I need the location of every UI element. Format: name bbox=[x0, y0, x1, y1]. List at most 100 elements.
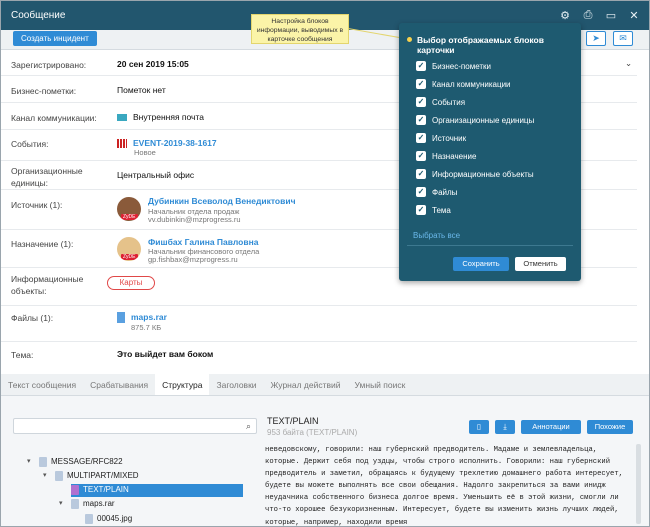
checkbox-events[interactable]: ✓ События bbox=[416, 96, 465, 108]
select-all-link[interactable]: Выбрать все bbox=[413, 231, 460, 240]
checkbox-destination[interactable]: ✓ Назначение bbox=[416, 150, 476, 162]
checkbox-checked-icon[interactable]: ✓ bbox=[416, 151, 426, 161]
window-title: Сообщение bbox=[11, 10, 66, 21]
tab-smart-search[interactable]: Умный поиск bbox=[348, 374, 413, 395]
chevron-down-icon[interactable]: ⌄ bbox=[625, 58, 632, 69]
destination-email: gp.fishbax@mzprogress.ru bbox=[148, 255, 238, 264]
gear-icon[interactable]: ⚙ bbox=[558, 8, 572, 22]
mail-action-icon[interactable]: ✉ bbox=[613, 31, 633, 46]
avatar-badge: ZyDE bbox=[121, 254, 138, 260]
avatar-badge: ZyDE bbox=[121, 214, 138, 220]
copy-icon[interactable]: ▯ bbox=[469, 420, 489, 434]
tab-structure[interactable]: Структура bbox=[155, 374, 210, 395]
content-subtitle: 953 байта (TEXT/PLAIN) bbox=[267, 428, 358, 437]
tree-node-label: MULTIPART/MIXED bbox=[67, 471, 139, 480]
create-incident-button[interactable]: Создать инцидент bbox=[13, 31, 97, 46]
maximize-icon[interactable]: ▭ bbox=[604, 8, 618, 22]
file-icon bbox=[71, 485, 79, 495]
block-selection-panel: Выбор отображаемых блоков карточки ✓ Бизн… bbox=[399, 23, 581, 281]
checkbox-label: Файлы bbox=[432, 187, 458, 197]
titlebar-icons: ⚙ ⎙ ▭ ✕ bbox=[558, 8, 641, 22]
destination-name-link[interactable]: Фишбах Галина Павловна bbox=[148, 237, 258, 247]
field-label: Канал коммуникации: bbox=[11, 113, 97, 123]
close-icon[interactable]: ✕ bbox=[627, 8, 641, 22]
checkbox-label: Бизнес-пометки bbox=[432, 61, 492, 71]
tree-node[interactable]: ▾ maps.rar bbox=[59, 498, 115, 510]
annotations-button[interactable]: Аннотации bbox=[521, 420, 581, 434]
checkbox-org-units[interactable]: ✓ Организационные единицы bbox=[416, 114, 534, 126]
checkbox-label: Источник bbox=[432, 133, 467, 143]
checkbox-files[interactable]: ✓ Файлы bbox=[416, 186, 457, 198]
source-email: vv.dubinkin@mzprogress.ru bbox=[148, 215, 241, 224]
chevron-down-icon[interactable]: ▾ bbox=[27, 456, 35, 468]
avatar: ZyDE bbox=[117, 197, 141, 221]
field-label: События: bbox=[11, 139, 49, 149]
avatar: ZyDE bbox=[117, 237, 141, 261]
checkbox-checked-icon[interactable]: ✓ bbox=[416, 97, 426, 107]
checkbox-business-marks[interactable]: ✓ Бизнес-пометки bbox=[416, 60, 491, 72]
tab-message-text[interactable]: Текст сообщения bbox=[1, 374, 83, 395]
file-icon bbox=[85, 514, 93, 524]
source-name-link[interactable]: Дубинкин Всеволод Венедиктович bbox=[148, 196, 296, 206]
tab-action-log[interactable]: Журнал действий bbox=[264, 374, 348, 395]
checkbox-checked-icon[interactable]: ✓ bbox=[416, 133, 426, 143]
chevron-down-icon[interactable]: ▾ bbox=[43, 470, 51, 482]
checkbox-checked-icon[interactable]: ✓ bbox=[416, 79, 426, 89]
checkbox-label: Организационные единицы bbox=[432, 115, 535, 125]
search-input[interactable]: ⌕ bbox=[13, 418, 257, 434]
tree-node[interactable]: 00045.jpg bbox=[85, 513, 132, 525]
file-link[interactable]: maps.rar bbox=[131, 312, 167, 322]
tree-node-label: maps.rar bbox=[83, 499, 115, 508]
divider bbox=[1, 305, 637, 306]
pointer-dot-icon bbox=[407, 37, 412, 42]
search-icon: ⌕ bbox=[245, 421, 251, 431]
file-icon bbox=[117, 312, 125, 323]
event-link[interactable]: EVENT-2019-38-1617 bbox=[133, 138, 217, 148]
event-status: Новое bbox=[134, 148, 156, 157]
file-size: 875.7 КБ bbox=[131, 323, 162, 332]
file-icon bbox=[71, 499, 79, 509]
checkbox-checked-icon[interactable]: ✓ bbox=[416, 187, 426, 197]
registered-value: 20 сен 2019 15:05 bbox=[117, 59, 189, 69]
tree-panel: ⌕ ▾ MESSAGE/RFC822 ▾ MULTIPART/MIXED TEXT/… bbox=[1, 396, 259, 526]
divider bbox=[407, 245, 573, 246]
tab-headers[interactable]: Заголовки bbox=[209, 374, 263, 395]
checkbox-subject[interactable]: ✓ Тема bbox=[416, 204, 451, 216]
tree-node[interactable]: ▾ MESSAGE/RFC822 bbox=[27, 456, 123, 468]
save-button[interactable]: Сохранить bbox=[453, 257, 509, 271]
checkbox-checked-icon[interactable]: ✓ bbox=[416, 61, 426, 71]
print-icon[interactable]: ⎙ bbox=[581, 8, 595, 22]
chevron-down-icon[interactable]: ▾ bbox=[59, 498, 67, 510]
checkbox-source[interactable]: ✓ Источник bbox=[416, 132, 466, 144]
checkbox-label: Информационные объекты bbox=[432, 169, 534, 179]
mail-icon bbox=[117, 114, 127, 122]
download-icon[interactable]: ⤓ bbox=[495, 420, 515, 434]
tree-node-selected[interactable]: TEXT/PLAIN bbox=[71, 484, 129, 496]
scrollbar[interactable] bbox=[636, 444, 641, 524]
maps-button[interactable]: Карты bbox=[107, 276, 155, 290]
checkbox-label: Назначение bbox=[432, 151, 477, 161]
send-icon[interactable]: ➤ bbox=[586, 31, 606, 46]
hint-tooltip: Настройка блоков информации, выводимых в… bbox=[251, 14, 349, 44]
checkbox-checked-icon[interactable]: ✓ bbox=[416, 169, 426, 179]
tree-node-label: TEXT/PLAIN bbox=[83, 485, 129, 494]
cancel-button[interactable]: Отменить bbox=[515, 257, 566, 271]
divider bbox=[1, 341, 637, 342]
checkbox-label: Тема bbox=[432, 205, 451, 215]
checkbox-checked-icon[interactable]: ✓ bbox=[416, 115, 426, 125]
checkbox-checked-icon[interactable]: ✓ bbox=[416, 205, 426, 215]
field-label: Информационные объекты: bbox=[11, 274, 84, 296]
tree-node-label: MESSAGE/RFC822 bbox=[51, 457, 123, 466]
similar-button[interactable]: Похожие bbox=[587, 420, 633, 434]
field-label: Организационные единицы: bbox=[11, 166, 83, 188]
field-label: Зарегистрировано: bbox=[11, 60, 87, 70]
field-label: Назначение (1): bbox=[11, 239, 74, 249]
checkbox-channel[interactable]: ✓ Канал коммуникации bbox=[416, 78, 511, 90]
body-line: которые. Держит себя под уздцы, чтобы ст… bbox=[265, 458, 611, 467]
tab-triggers[interactable]: Срабатывания bbox=[83, 374, 155, 395]
body-line: которые, например, находили время bbox=[265, 518, 408, 527]
tab-bar: Текст сообщения Срабатывания Структура З… bbox=[1, 374, 649, 396]
body-line: предводитель и заметил, обращаясь к буду… bbox=[265, 470, 623, 479]
checkbox-info-objects[interactable]: ✓ Информационные объекты bbox=[416, 168, 534, 180]
tree-node[interactable]: ▾ MULTIPART/MIXED bbox=[43, 470, 139, 482]
